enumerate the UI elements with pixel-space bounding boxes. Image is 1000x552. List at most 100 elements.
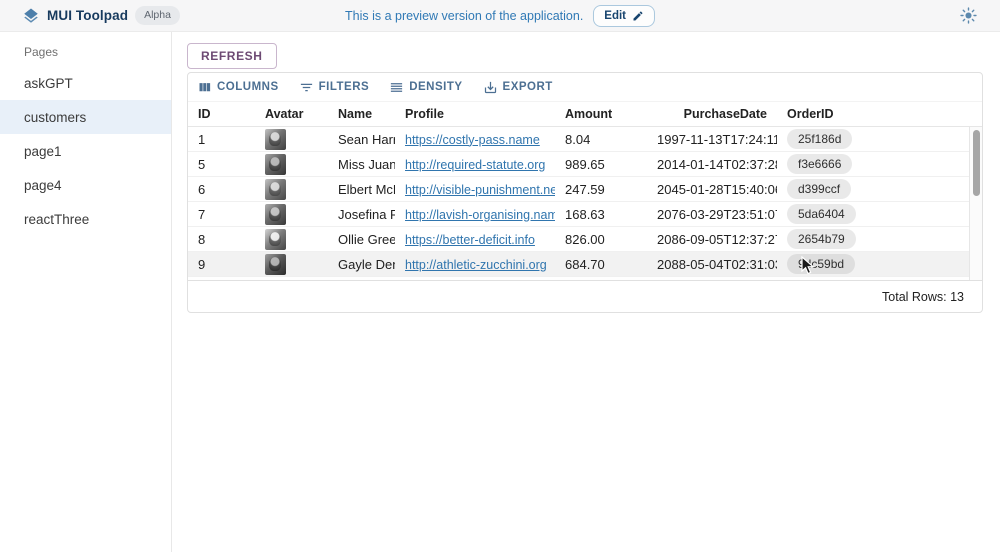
toolbar-button-label: COLUMNS [217,81,279,93]
cell-order-id: 9dc59bd [777,254,969,274]
preview-text: This is a preview version of the applica… [345,9,583,23]
cell-id: 1 [188,132,255,147]
cell-purchase-date: 2088-05-04T02:31:03.294Z [647,257,777,272]
cell-avatar [255,229,328,250]
cell-name: Ollie Green... [328,232,395,247]
total-rows-label: Total Rows: 13 [882,290,964,304]
cell-purchase-date: 2086-09-05T12:37:27.015Z [647,232,777,247]
toolpad-logo-icon [22,7,40,25]
filters-button[interactable]: FILTERS [299,80,370,95]
cell-avatar [255,154,328,175]
cell-order-id: f3e6666 [777,154,969,174]
sidebar-item-askGPT[interactable]: askGPT [0,66,171,100]
cell-name: Sean Harris [328,132,395,147]
sidebar-list: askGPTcustomerspage1page4reactThree [0,66,171,236]
order-id-chip[interactable]: f3e6666 [787,154,852,174]
cell-amount: 247.59 [555,182,647,197]
column-header-name[interactable]: Name [328,107,395,121]
toolbar-button-label: DENSITY [409,81,462,93]
cell-id: 6 [188,182,255,197]
table-row[interactable]: 6 Elbert McL... http://visible-punishment.… [188,177,969,202]
cell-amount: 684.70 [555,257,647,272]
cell-avatar [255,254,328,275]
data-grid: COLUMNS FILTERS DENSITY EXPORT IDAvatarName… [187,72,983,313]
profile-link[interactable]: https://better-deficit.info [405,233,535,247]
pencil-icon [632,10,644,22]
brand: MUI Toolpad Alpha [22,6,180,25]
table-row[interactable]: 9 Gayle Den... http://athletic-zucchini.or… [188,252,969,277]
cell-order-id: 2654b79 [777,229,969,249]
sun-icon [960,7,977,24]
theme-toggle-button[interactable] [956,4,980,28]
grid-scroller: 1 Sean Harris https://costly-pass.name 8.04… [188,127,982,280]
cell-name: Gayle Den... [328,257,395,272]
order-id-chip[interactable]: 2654b79 [787,229,856,249]
cell-name: Elbert McL... [328,182,395,197]
table-row[interactable]: 8 Ollie Green... https://better-deficit.in… [188,227,969,252]
grid-footer: Total Rows: 13 [188,280,982,312]
cell-avatar [255,204,328,225]
cell-amount: 8.04 [555,132,647,147]
sidebar-item-customers[interactable]: customers [0,100,171,134]
order-id-chip[interactable]: d399ccf [787,179,851,199]
vertical-scrollbar[interactable] [969,127,982,280]
cell-order-id: 5da6404 [777,204,969,224]
sidebar: Pages askGPTcustomerspage1page4reactThre… [0,32,172,552]
order-id-chip[interactable]: 5da6404 [787,204,856,224]
profile-link[interactable]: http://lavish-organising.name [405,208,555,222]
avatar [265,154,286,175]
column-header-orderid[interactable]: OrderID [777,107,982,121]
column-header-profile[interactable]: Profile [395,107,555,121]
column-header-purchasedate[interactable]: PurchaseDate [647,107,777,121]
cell-avatar [255,129,328,150]
cell-order-id: 25f186d [777,129,969,149]
grid-toolbar: COLUMNS FILTERS DENSITY EXPORT [188,73,982,101]
download-icon [483,80,498,95]
column-header-avatar[interactable]: Avatar [255,107,328,121]
columns-button[interactable]: COLUMNS [197,80,279,95]
cell-profile: http://athletic-zucchini.org [395,257,555,272]
profile-link[interactable]: http://required-statute.org [405,158,545,172]
cell-profile: http://required-statute.org [395,157,555,172]
sidebar-item-page1[interactable]: page1 [0,134,171,168]
profile-link[interactable]: http://visible-punishment.net [405,183,555,197]
cell-profile: http://lavish-organising.name [395,207,555,222]
app-title: MUI Toolpad [47,8,128,23]
cell-id: 7 [188,207,255,222]
table-row[interactable]: 5Miss Juan ...http://required-statute.or… [188,152,969,177]
table-row[interactable]: 1 Sean Harris https://costly-pass.name 8.04… [188,127,969,152]
density-button[interactable]: DENSITY [389,80,462,95]
column-header-id[interactable]: ID [188,107,255,121]
column-header-amount[interactable]: Amount [555,107,647,121]
sidebar-section-label: Pages [0,32,171,66]
edit-button[interactable]: Edit [593,5,655,27]
order-id-chip[interactable]: 9dc59bd [787,254,855,274]
profile-link[interactable]: https://costly-pass.name [405,133,540,147]
cell-name: Miss Juan ... [328,157,395,172]
view-column-icon [197,80,212,95]
cell-id: 8 [188,232,255,247]
filter-list-icon [299,80,314,95]
sidebar-item-reactThree[interactable]: reactThree [0,202,171,236]
grid-rows: 1 Sean Harris https://costly-pass.name 8.04… [188,127,969,280]
cell-purchase-date: 2076-03-29T23:51:07.968Z [647,207,777,222]
grid-header-row: IDAvatarNameProfileAmountPurchaseDateOrd… [188,101,982,127]
cell-profile: http://visible-punishment.net [395,182,555,197]
profile-link[interactable]: http://athletic-zucchini.org [405,258,547,272]
cell-purchase-date: 2014-01-14T02:37:28.536Z [647,157,777,172]
export-button[interactable]: EXPORT [483,80,553,95]
sidebar-item-page4[interactable]: page4 [0,168,171,202]
cell-avatar [255,179,328,200]
table-row[interactable]: 7Josefina P...http://lavish-organising.n… [188,202,969,227]
cell-id: 9 [188,257,255,272]
edit-button-label: Edit [604,10,626,22]
preview-banner: This is a preview version of the applica… [345,0,655,32]
avatar [265,129,286,150]
cell-amount: 168.63 [555,207,647,222]
main-content: REFRESH COLUMNS FILTERS DENSITY EXPORT IDAv… [172,32,1000,552]
cell-order-id: d399ccf [777,179,969,199]
refresh-button[interactable]: REFRESH [187,43,277,69]
avatar [265,204,286,225]
scrollbar-thumb[interactable] [973,130,980,196]
order-id-chip[interactable]: 25f186d [787,129,852,149]
